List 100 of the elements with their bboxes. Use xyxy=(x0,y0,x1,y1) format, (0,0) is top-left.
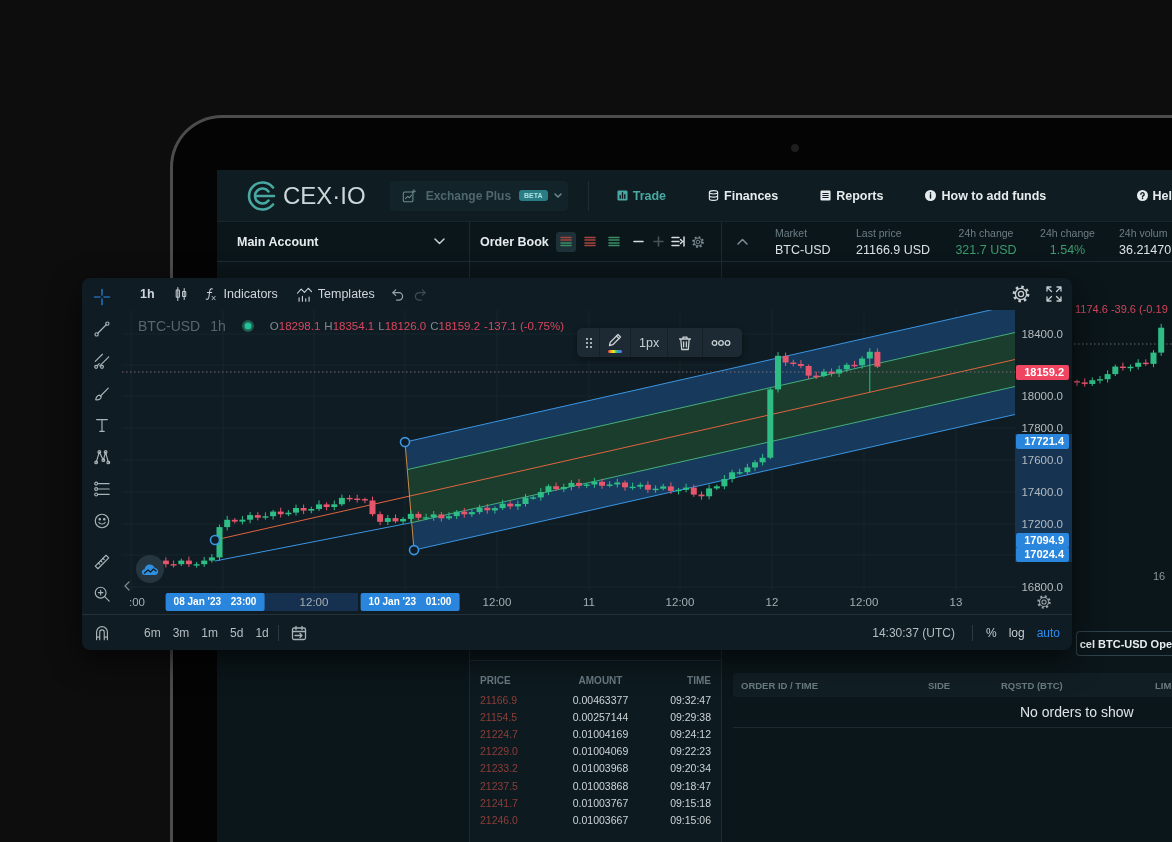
range-button[interactable]: 5d xyxy=(224,620,250,645)
trade-time: 09:20:34 xyxy=(669,762,711,775)
caret-down-icon xyxy=(553,193,562,198)
trade-amount: 0.01003868 xyxy=(571,779,630,792)
scale-mode-button[interactable]: % xyxy=(979,620,1003,645)
trade-time: 09:29:38 xyxy=(669,710,711,723)
smiley-icon[interactable] xyxy=(93,512,111,530)
logo-text: CEX·IO xyxy=(283,181,366,210)
trade-amount: 0.01003667 xyxy=(571,813,630,826)
trade-price: 21237.5 xyxy=(480,779,519,792)
trade-time: 09:18:47 xyxy=(669,779,711,792)
pencil-icon xyxy=(607,332,623,348)
stat-label: 24h change xyxy=(1040,226,1095,239)
date-range-icon[interactable] xyxy=(290,624,307,641)
ruler-icon[interactable] xyxy=(93,553,111,571)
pattern-icon[interactable] xyxy=(93,448,111,466)
price-change: -137.1 (-0.75%) xyxy=(484,320,564,332)
horizontal-lines-icon[interactable] xyxy=(93,480,111,498)
trade-time: 09:15:06 xyxy=(669,813,711,826)
price-axis-label: 16800.0 xyxy=(1021,580,1063,594)
nav-link[interactable]: Trade xyxy=(616,188,667,203)
line-width-button[interactable]: 1px xyxy=(631,328,668,357)
text-tool-icon[interactable] xyxy=(93,416,111,434)
lines-arrow-icon[interactable] xyxy=(671,236,685,247)
magnet-icon[interactable] xyxy=(93,623,111,642)
more-icon xyxy=(711,338,732,347)
interval-button[interactable]: 1h xyxy=(136,282,159,306)
help-icon xyxy=(1136,190,1148,201)
time-axis-tag: 10 Jan '23 01:00 xyxy=(360,593,460,611)
trade-time: 09:24:12 xyxy=(669,727,711,740)
nav-link[interactable]: Finances xyxy=(708,188,779,203)
indicators-button[interactable]: Indicators xyxy=(200,282,282,306)
trade-price: 21246.0 xyxy=(480,813,519,826)
trend-line-icon[interactable] xyxy=(93,320,111,338)
time-axis-label: 13 xyxy=(949,595,963,609)
range-button[interactable]: 6m xyxy=(138,620,167,645)
templates-icon xyxy=(295,286,313,302)
ohlc-value: L18126.0 xyxy=(378,320,427,332)
column-header: AMOUNT xyxy=(577,674,624,686)
price-tag: 18159.2 xyxy=(1016,364,1069,380)
fullscreen-icon[interactable] xyxy=(1045,285,1063,303)
price-axis-label: 17800.0 xyxy=(1021,421,1063,435)
trade-amount: 0.01004069 xyxy=(571,745,630,758)
range-button[interactable]: 1m xyxy=(195,620,224,645)
status-dot-icon xyxy=(241,320,254,332)
stat-value: 36.21470 xyxy=(1119,242,1172,257)
bar-chart-icon xyxy=(616,190,628,201)
settings-icon[interactable] xyxy=(1035,594,1052,610)
trade-amount: 0.00257144 xyxy=(571,710,630,723)
range-button[interactable]: 1d xyxy=(249,620,275,645)
price-tag: 17721.4 xyxy=(1016,433,1069,449)
trade-amount: 0.01003968 xyxy=(571,762,630,775)
range-button[interactable]: 3m xyxy=(166,620,196,645)
time-axis-label: 12:00 xyxy=(482,595,512,609)
price-axis-label: 17200.0 xyxy=(1021,517,1063,531)
time-axis-label: 12:00 xyxy=(849,595,879,609)
view-mode-button[interactable] xyxy=(556,231,576,252)
price-axis-label: 18400.0 xyxy=(1021,327,1063,341)
chevron-left-icon[interactable] xyxy=(124,581,130,591)
color-swatch-icon xyxy=(608,350,622,353)
settings-icon[interactable] xyxy=(691,234,705,249)
zoom-in-icon[interactable] xyxy=(93,585,111,603)
time-axis-label: 12:00 xyxy=(665,595,695,609)
crosshair-icon[interactable] xyxy=(93,288,111,306)
cloud-chart-icon xyxy=(141,562,159,576)
stat-label: 24h volum xyxy=(1119,226,1169,239)
chevron-up-icon[interactable] xyxy=(737,238,748,245)
scale-mode-button[interactable]: log xyxy=(1002,620,1031,645)
account-dropdown[interactable]: Main Account xyxy=(237,227,449,256)
nav-link[interactable]: How to add funds xyxy=(925,188,1047,203)
column-header: PRICE xyxy=(480,674,512,686)
symbol-label: BTC-USD xyxy=(138,318,201,334)
templates-button[interactable]: Templates xyxy=(291,282,379,306)
drag-handle[interactable] xyxy=(209,534,221,546)
stacked-lines-icon xyxy=(560,236,572,247)
drag-handle-icon[interactable] xyxy=(585,336,593,349)
nav-link[interactable]: Hel xyxy=(1136,188,1172,203)
drag-handle[interactable] xyxy=(399,436,411,448)
price-axis-label: 17600.0 xyxy=(1021,453,1063,467)
undo-icon[interactable] xyxy=(390,287,404,301)
stat-value: BTC-USD xyxy=(775,242,832,257)
time-axis-label: 12 xyxy=(765,595,779,609)
time-axis-label: 16 xyxy=(1153,570,1166,582)
trade-time: 09:32:47 xyxy=(669,693,711,706)
list-icon xyxy=(820,190,832,201)
column-header: ORDER ID / TIME xyxy=(741,679,820,691)
trade-price: 21233.2 xyxy=(480,762,519,775)
scale-mode-button[interactable]: auto xyxy=(1030,620,1066,645)
nav-link[interactable]: Reports xyxy=(820,188,884,203)
logo-button[interactable] xyxy=(136,555,164,583)
stat-value: 21166.9 USD xyxy=(856,242,932,257)
slanted-lines-icon[interactable] xyxy=(93,352,111,370)
trash-icon xyxy=(677,334,694,351)
drag-handle[interactable] xyxy=(408,544,420,556)
brush-icon[interactable] xyxy=(93,384,111,402)
stat-value: 1.54% xyxy=(1049,242,1086,257)
cancel-orders-button[interactable]: cel BTC-USD Ope xyxy=(1075,631,1172,656)
stat-label: 24h change xyxy=(958,226,1014,239)
column-header: RQSTD (BTC) xyxy=(1001,679,1064,691)
settings-icon[interactable] xyxy=(1011,284,1031,304)
